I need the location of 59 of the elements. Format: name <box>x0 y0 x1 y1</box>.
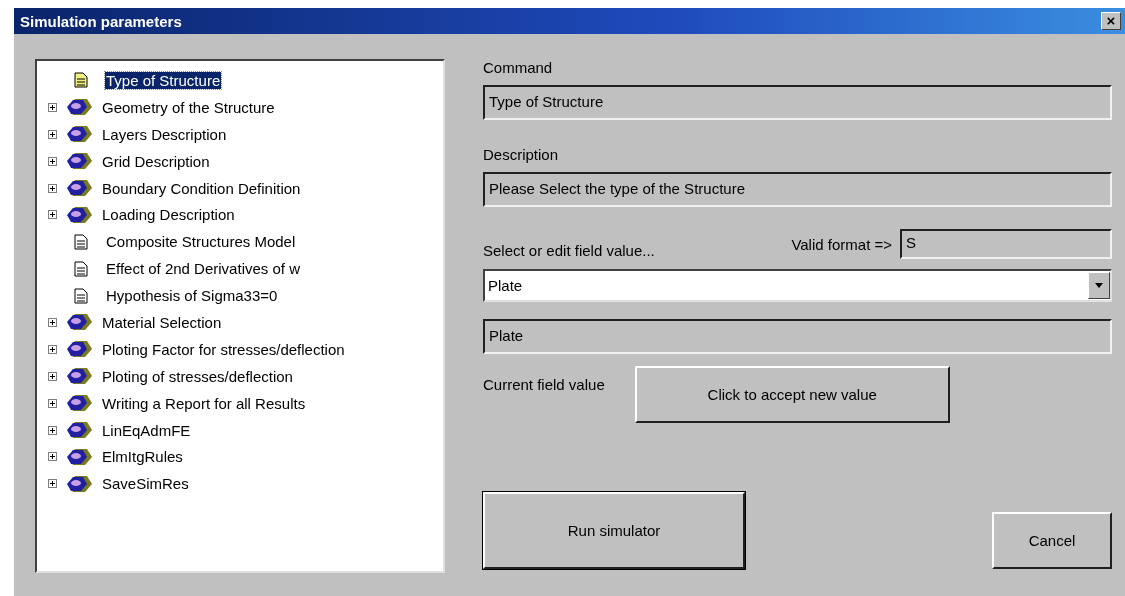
tree-item[interactable]: Writing a Report for all Results <box>101 394 307 412</box>
select-label: Select or edit field value... <box>483 242 655 259</box>
valid-format-label: Valid format => <box>791 235 892 253</box>
expand-icon[interactable] <box>48 102 57 112</box>
document-icon <box>74 287 88 304</box>
gem-icon <box>65 97 93 118</box>
gem-icon <box>65 366 93 387</box>
command-field: Type of Structure <box>483 85 1112 120</box>
tree-item[interactable]: Layers Description <box>101 125 228 143</box>
tree-item[interactable]: LinEqAdmFE <box>101 421 192 439</box>
expand-icon[interactable] <box>48 398 57 408</box>
expand-icon[interactable] <box>48 183 57 193</box>
expand-icon[interactable] <box>48 156 57 166</box>
tree-item[interactable]: Effect of 2nd Derivatives of w <box>105 260 301 278</box>
tree-item[interactable]: ElmItgRules <box>101 448 184 466</box>
tree-item[interactable]: Type of Structure <box>105 71 222 89</box>
gem-icon <box>65 204 93 225</box>
gem-icon <box>65 339 93 360</box>
tree-item[interactable]: Ploting of stresses/deflection <box>101 367 294 385</box>
tree-item[interactable]: Geometry of the Structure <box>101 98 276 116</box>
gem-icon <box>65 124 93 145</box>
gem-icon <box>65 473 93 494</box>
window-title: Simulation parameters <box>20 12 182 30</box>
expand-icon[interactable] <box>48 371 57 381</box>
tree-item[interactable]: Composite Structures Model <box>105 233 297 251</box>
valid-format-field: S <box>900 229 1112 259</box>
gem-icon <box>65 446 93 467</box>
gem-icon <box>65 312 93 333</box>
tree-item[interactable]: SaveSimRes <box>101 475 190 493</box>
tree-item[interactable]: Loading Description <box>101 206 236 224</box>
description-field: Please Select the type of the Structure <box>483 172 1112 207</box>
expand-icon[interactable] <box>48 425 57 435</box>
expand-icon[interactable] <box>48 210 57 220</box>
tree-item[interactable]: Hypothesis of Sigma33=0 <box>105 287 279 305</box>
command-label: Command <box>483 59 554 76</box>
expand-icon[interactable] <box>48 479 57 489</box>
value-dropdown[interactable]: Plate <box>483 269 1112 302</box>
document-icon <box>74 72 88 89</box>
document-icon <box>74 260 88 277</box>
gem-icon <box>65 393 93 414</box>
document-icon <box>74 233 88 250</box>
description-label: Description <box>483 146 560 163</box>
expand-icon[interactable] <box>48 317 57 327</box>
expand-icon[interactable] <box>48 344 57 354</box>
tree-item[interactable]: Ploting Factor for stresses/deflection <box>101 340 346 358</box>
tree-item[interactable]: Material Selection <box>101 313 223 331</box>
tree-item[interactable]: Grid Description <box>101 152 211 170</box>
expand-icon[interactable] <box>48 129 57 139</box>
tree-item[interactable]: Boundary Condition Definition <box>101 179 302 197</box>
cancel-button[interactable]: Cancel <box>992 512 1112 569</box>
close-button[interactable]: × <box>1101 12 1121 30</box>
gem-icon <box>65 420 93 440</box>
current-value-label: Current field value <box>483 376 605 393</box>
current-value-field: Plate <box>483 319 1112 354</box>
expand-icon[interactable] <box>48 452 57 462</box>
accept-button[interactable]: Click to accept new value <box>634 366 950 423</box>
run-simulator-button[interactable]: Run simulator <box>483 492 745 569</box>
gem-icon <box>65 178 93 198</box>
gem-icon <box>65 151 93 172</box>
